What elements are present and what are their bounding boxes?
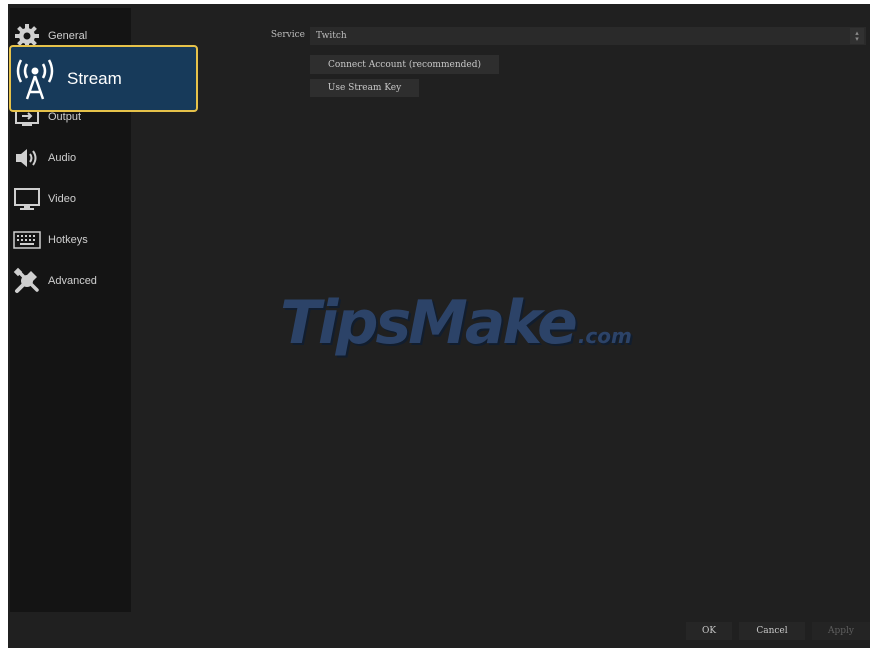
sidebar-item-stream[interactable]: Stream — [9, 45, 198, 112]
service-label: Service — [270, 30, 305, 40]
keyboard-icon — [13, 226, 41, 254]
sidebar-item-label: Video — [48, 193, 76, 205]
sidebar-item-label: Stream — [67, 68, 122, 88]
sidebar-item-label: Hotkeys — [48, 234, 88, 246]
service-selected-value: Twitch — [316, 31, 347, 41]
ok-button[interactable]: OK — [686, 622, 732, 640]
sidebar-item-label: Output — [48, 111, 82, 123]
cancel-button[interactable]: Cancel — [739, 622, 805, 640]
sidebar-item-advanced[interactable]: Advanced — [10, 263, 131, 299]
sidebar-item-hotkeys[interactable]: Hotkeys — [10, 222, 131, 258]
updown-arrows-icon: ▴ ▾ — [850, 28, 864, 44]
sidebar-item-video[interactable]: Video — [10, 181, 131, 217]
sidebar-item-audio[interactable]: Audio — [10, 140, 131, 176]
sidebar-item-label: Advanced — [48, 275, 97, 287]
watermark-suffix-text: .com — [577, 324, 632, 348]
watermark-logo: TipsMake .com — [280, 288, 632, 358]
broadcast-tower-icon — [15, 57, 55, 101]
watermark-main-text: TipsMake — [280, 288, 578, 358]
sidebar-item-label: Audio — [48, 152, 77, 164]
use-stream-key-button[interactable]: Use Stream Key — [310, 79, 419, 97]
apply-button[interactable]: Apply — [812, 622, 870, 640]
monitor-icon — [13, 185, 41, 213]
connect-account-button[interactable]: Connect Account (recommended) — [310, 55, 499, 74]
service-select[interactable]: Twitch ▴ ▾ — [310, 27, 866, 45]
sidebar-item-label: General — [48, 30, 88, 42]
speaker-icon — [13, 144, 41, 172]
tools-icon — [13, 267, 41, 295]
